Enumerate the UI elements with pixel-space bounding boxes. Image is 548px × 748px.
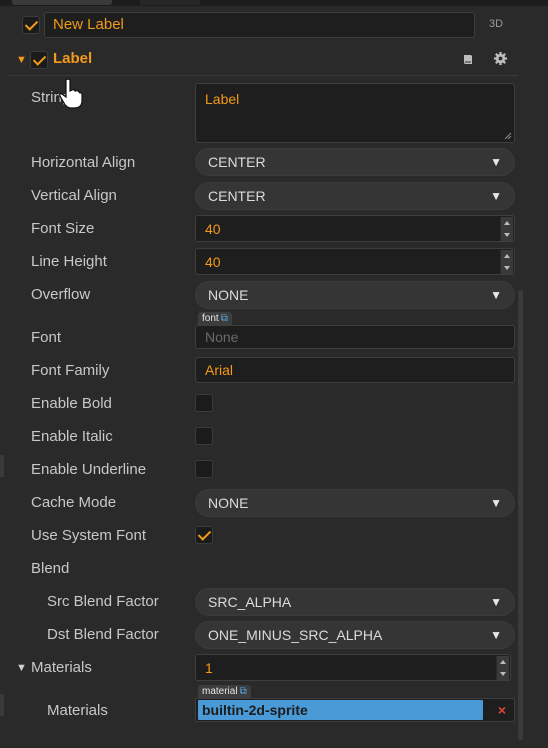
font-size-value: 40 — [205, 221, 221, 237]
line-height-input[interactable]: 40 — [195, 248, 515, 275]
book-icon[interactable] — [462, 53, 474, 65]
collapse-caret-icon[interactable]: ▼ — [16, 54, 27, 66]
enable-bold-label: Enable Bold — [31, 395, 112, 412]
material-asset-field[interactable]: builtin-2d-sprite × — [195, 698, 515, 722]
material-asset-tag: material ⧉ — [198, 685, 251, 699]
src-blend-factor-select[interactable]: SRC_ALPHA ▼ — [195, 588, 515, 616]
chevron-down-icon: ▼ — [490, 595, 502, 609]
use-system-font-checkbox[interactable] — [195, 526, 213, 544]
dst-blend-factor-select[interactable]: ONE_MINUS_SRC_ALPHA ▼ — [195, 621, 515, 649]
enable-italic-label: Enable Italic — [31, 428, 113, 445]
link-icon[interactable]: ⧉ — [240, 686, 247, 697]
line-height-value: 40 — [205, 254, 221, 270]
enable-bold-checkbox[interactable] — [195, 394, 213, 412]
node-name-input[interactable]: New Label — [44, 12, 475, 38]
font-size-stepper[interactable] — [500, 217, 513, 241]
materials-count-value: 1 — [205, 660, 213, 676]
font-label: Font — [31, 329, 62, 346]
chevron-down-icon: ▼ — [490, 155, 502, 169]
font-asset-field[interactable]: None — [195, 325, 515, 349]
material-tag-text: material — [202, 686, 238, 697]
node-active-checkbox[interactable] — [22, 16, 40, 34]
src-blend-factor-label: Src Blend Factor — [47, 593, 159, 610]
string-textarea[interactable]: Label — [195, 83, 515, 143]
vertical-align-value: CENTER — [208, 188, 266, 204]
chevron-down-icon: ▼ — [490, 628, 502, 642]
font-tag-text: font — [202, 313, 219, 324]
dst-blend-factor-label: Dst Blend Factor — [47, 626, 159, 643]
font-family-value: Arial — [205, 362, 234, 378]
cache-mode-label: Cache Mode — [31, 494, 117, 511]
gear-icon[interactable] — [493, 51, 508, 66]
font-family-label: Font Family — [31, 362, 110, 379]
link-icon[interactable]: ⧉ — [221, 313, 228, 324]
secondary-tab[interactable] — [140, 0, 200, 5]
dst-blend-factor-value: ONE_MINUS_SRC_ALPHA — [208, 627, 383, 643]
horizontal-align-value: CENTER — [208, 154, 266, 170]
component-title: Label — [53, 50, 93, 67]
overflow-value: NONE — [208, 287, 249, 303]
cache-mode-value: NONE — [208, 495, 249, 511]
chevron-down-icon: ▼ — [490, 189, 502, 203]
remove-icon[interactable]: × — [498, 699, 506, 721]
materials-element-label: Materials — [47, 702, 108, 719]
src-blend-factor-value: SRC_ALPHA — [208, 594, 292, 610]
materials-count-stepper[interactable] — [496, 656, 509, 680]
3d-toggle[interactable]: 3D — [489, 18, 503, 30]
cache-mode-select[interactable]: NONE ▼ — [195, 489, 515, 517]
left-panel-edge — [0, 455, 4, 477]
line-height-label: Line Height — [31, 253, 107, 270]
font-asset-tag: font ⧉ — [198, 312, 232, 326]
line-height-stepper[interactable] — [500, 250, 513, 274]
use-system-font-label: Use System Font — [31, 527, 147, 544]
scrollbar[interactable] — [518, 290, 523, 740]
materials-count-input[interactable]: 1 — [195, 654, 511, 681]
material-value: builtin-2d-sprite — [202, 702, 308, 718]
enable-italic-checkbox[interactable] — [195, 427, 213, 445]
vertical-align-select[interactable]: CENTER ▼ — [195, 182, 515, 210]
chevron-down-icon: ▼ — [490, 496, 502, 510]
font-family-input[interactable]: Arial — [195, 357, 515, 383]
materials-count-label: Materials — [31, 659, 92, 676]
font-size-input[interactable]: 40 — [195, 215, 515, 242]
horizontal-align-label: Horizontal Align — [31, 154, 136, 171]
left-panel-edge — [0, 694, 4, 716]
enable-underline-checkbox[interactable] — [195, 460, 213, 478]
string-value: Label — [205, 91, 240, 107]
hand-cursor-icon — [59, 78, 83, 109]
vertical-align-label: Vertical Align — [31, 187, 117, 204]
component-enabled-checkbox[interactable] — [30, 51, 48, 69]
resize-handle-icon[interactable] — [504, 132, 512, 140]
inspector-tab[interactable] — [12, 0, 112, 5]
materials-expand-caret-icon[interactable]: ▼ — [16, 662, 27, 674]
blend-label: Blend — [31, 560, 70, 577]
font-placeholder: None — [205, 329, 239, 345]
font-size-label: Font Size — [31, 220, 95, 237]
chevron-down-icon: ▼ — [490, 288, 502, 302]
overflow-label: Overflow — [31, 286, 91, 303]
overflow-select[interactable]: NONE ▼ — [195, 281, 515, 309]
horizontal-align-select[interactable]: CENTER ▼ — [195, 148, 515, 176]
enable-underline-label: Enable Underline — [31, 461, 147, 478]
inspector-tab-strip — [0, 0, 548, 6]
